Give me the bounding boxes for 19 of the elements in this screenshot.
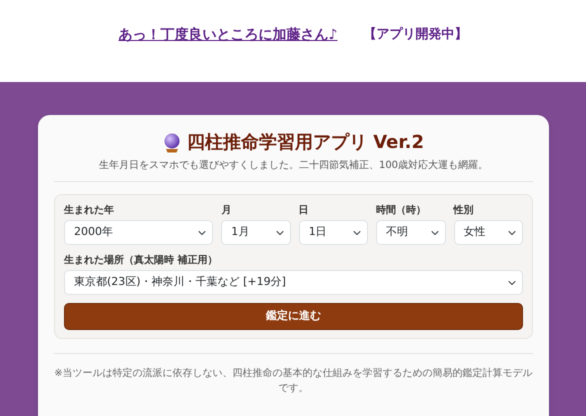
field-label: 時間（時） xyxy=(376,204,428,218)
dropdown-select[interactable]: 1日 xyxy=(298,220,368,245)
dropdown-select[interactable]: 1月 xyxy=(221,220,291,245)
field-label: 性別 xyxy=(454,204,475,218)
app-title: 四柱推命学習用アプリ Ver.2 xyxy=(186,131,424,155)
dropdown-select[interactable]: 女性 xyxy=(454,220,524,245)
field-label: 生まれた場所（真太陽時 補正用） xyxy=(64,254,218,268)
header-link[interactable]: あっ！丁度良いところに加藤さん♪ xyxy=(118,24,338,46)
development-tag: 【アプリ開発中】 xyxy=(363,25,468,45)
field-label: 日 xyxy=(298,204,310,218)
crystal-ball-icon xyxy=(162,132,181,152)
disclaimer-note: ※当ツールは特定の流派に依存しない、四柱推命の基本的な仕組みを学習するための簡易的鑑定計算モデルです。 xyxy=(54,366,533,396)
place-select[interactable]: 東京都(23区)・神奈川・千葉など [+19分] xyxy=(64,270,523,295)
submit-button[interactable]: 鑑定に進む xyxy=(64,303,523,330)
field-label: 生まれた年 xyxy=(64,204,115,218)
field-label: 月 xyxy=(221,204,232,218)
dropdown-select[interactable]: 2000年 xyxy=(64,220,214,245)
subtitle: 生年月日をスマホでも選びやすくしました。二十四節気補正、100歳対応大運も網羅。 xyxy=(98,158,490,173)
dropdown-select[interactable]: 不明 xyxy=(376,220,446,245)
